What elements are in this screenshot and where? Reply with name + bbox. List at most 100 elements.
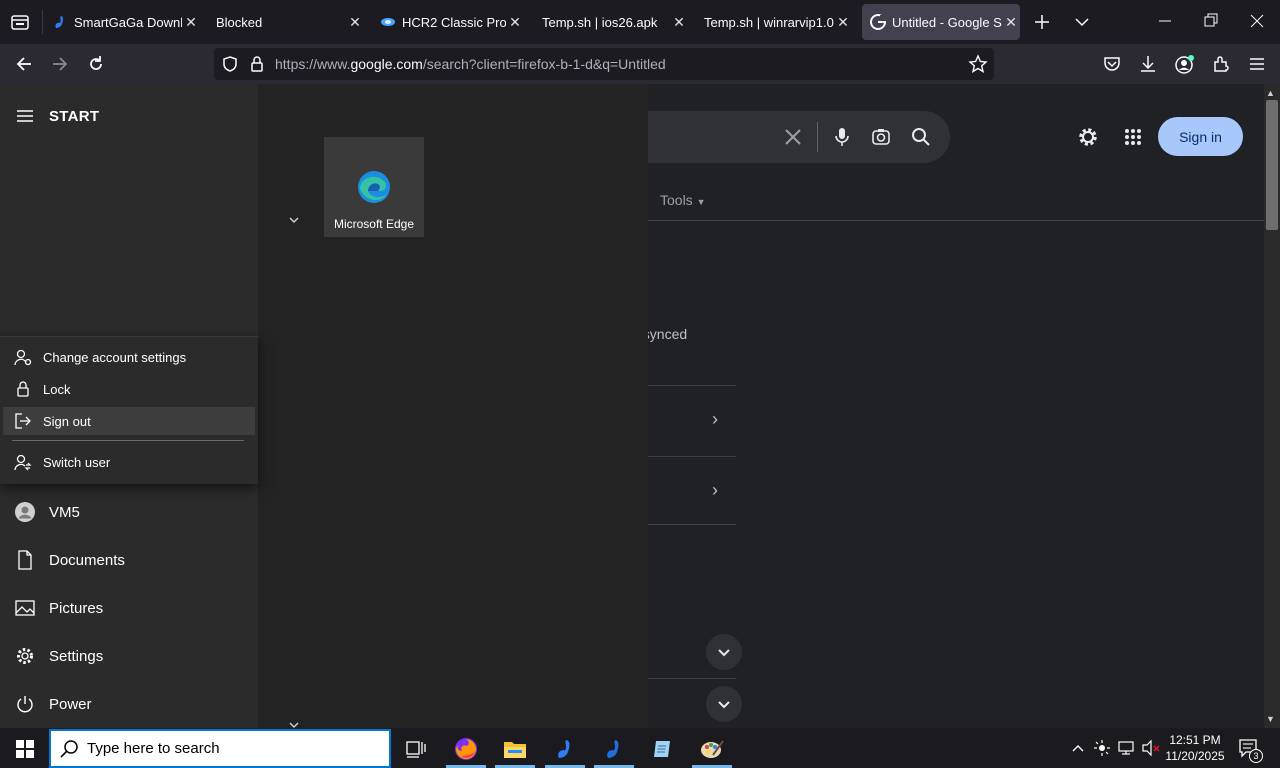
- gear-icon[interactable]: [1076, 125, 1100, 149]
- download-icon[interactable]: [1138, 54, 1158, 74]
- windows-start-icon[interactable]: [10, 734, 40, 764]
- url-domain: google.com: [350, 56, 423, 72]
- tray-brightness-icon[interactable]: [1093, 739, 1111, 757]
- start-item-label: Documents: [49, 551, 125, 569]
- sign-out-icon: [3, 412, 43, 430]
- tab-title: Untitled - Google Se: [892, 14, 1002, 30]
- settings-item[interactable]: Settings: [0, 632, 258, 680]
- hcr2-icon: [380, 14, 396, 30]
- caret-down-icon: ▼: [696, 197, 706, 207]
- scrollbar-thumb[interactable]: [1266, 100, 1278, 230]
- search-divider: [817, 122, 818, 152]
- chevron-right-icon[interactable]: ›: [712, 409, 718, 430]
- tab-list-icon[interactable]: [10, 12, 30, 32]
- back-icon[interactable]: [12, 52, 36, 76]
- google-g-icon: [870, 14, 886, 30]
- tools-label: Tools: [660, 192, 693, 208]
- tab-blocked[interactable]: Blocked ✕: [216, 4, 364, 40]
- change-account-settings-item[interactable]: Change account settings: [3, 343, 255, 371]
- start-item-label: Power: [49, 695, 92, 713]
- user-account-item[interactable]: VM5: [0, 488, 258, 536]
- restore-icon[interactable]: [1202, 12, 1220, 30]
- start-item-label: VM5: [49, 503, 80, 521]
- pictures-item[interactable]: Pictures: [0, 584, 258, 632]
- close-tab-icon[interactable]: ✕: [670, 14, 688, 31]
- tab-title: HCR2 Classic Progre: [402, 14, 506, 30]
- account-gear-icon: [3, 348, 43, 366]
- tab-temp-ios[interactable]: Temp.sh | ios26.apk ✕: [542, 4, 688, 40]
- tab-hcr2[interactable]: HCR2 Classic Progre ✕: [380, 4, 524, 40]
- edge-icon: [356, 169, 392, 205]
- menu-item-label: Switch user: [43, 454, 111, 470]
- lock-icon[interactable]: [248, 55, 266, 73]
- close-tab-icon[interactable]: ✕: [1002, 14, 1020, 31]
- sign-out-item[interactable]: Sign out: [3, 407, 255, 435]
- results-divider: [600, 220, 1264, 221]
- documents-item[interactable]: Documents: [0, 536, 258, 584]
- notepad-icon[interactable]: [648, 734, 678, 764]
- close-tab-icon[interactable]: ✕: [506, 14, 524, 31]
- page-scrollbar[interactable]: [1264, 84, 1280, 728]
- tab-smartgaga[interactable]: SmartGaGa Downlo ✕: [52, 4, 200, 40]
- notification-count-badge: 3: [1249, 749, 1263, 763]
- apps-grid-icon[interactable]: [1124, 128, 1142, 146]
- firefox-icon[interactable]: [451, 734, 481, 764]
- google-search-box[interactable]: [600, 111, 950, 163]
- pocket-icon[interactable]: [1102, 54, 1122, 74]
- tools-dropdown[interactable]: Tools ▼: [660, 192, 706, 208]
- start-item-label: Pictures: [49, 599, 104, 617]
- switch-user-item[interactable]: Switch user: [3, 448, 255, 476]
- clear-search-icon[interactable]: [783, 127, 803, 147]
- scroll-down-icon[interactable]: ▼: [1266, 714, 1275, 724]
- account-icon[interactable]: [1174, 54, 1196, 76]
- volume-muted-icon[interactable]: [1141, 739, 1161, 757]
- menu-item-label: Sign out: [43, 413, 91, 429]
- microphone-icon[interactable]: [832, 126, 852, 148]
- extensions-icon[interactable]: [1211, 54, 1231, 74]
- search-magnifier-icon: [51, 739, 87, 759]
- lock-item[interactable]: Lock: [3, 375, 255, 403]
- chevron-right-icon[interactable]: ›: [712, 480, 718, 501]
- flyout-separator: [12, 440, 244, 441]
- new-tab-icon[interactable]: [1032, 12, 1052, 32]
- expand-chevron-icon[interactable]: [706, 686, 742, 722]
- reload-icon[interactable]: [84, 52, 108, 76]
- taskbar-search-input[interactable]: Type here to search: [49, 729, 391, 768]
- group-collapse-chevron-icon[interactable]: [288, 214, 300, 229]
- clock-date: 11/20/2025: [1165, 749, 1225, 763]
- close-tab-icon[interactable]: ✕: [182, 14, 200, 31]
- tab-title: Temp.sh | ios26.apk: [542, 14, 658, 30]
- file-explorer-icon[interactable]: [500, 734, 530, 764]
- search-icon[interactable]: [910, 126, 932, 148]
- lens-camera-icon[interactable]: [870, 126, 892, 148]
- minimize-icon[interactable]: [1156, 12, 1174, 30]
- start-item-label: Settings: [49, 647, 104, 665]
- sign-in-button[interactable]: Sign in: [1158, 117, 1243, 156]
- smartgaga-swan-icon[interactable]: [550, 734, 580, 764]
- close-tab-icon[interactable]: ✕: [834, 14, 852, 31]
- forward-icon[interactable]: [48, 52, 72, 76]
- menu-icon[interactable]: [1247, 54, 1267, 74]
- paint-palette-icon[interactable]: [697, 734, 727, 764]
- task-view-icon[interactable]: [401, 734, 431, 764]
- smartgaga-swan-icon[interactable]: [599, 734, 629, 764]
- tray-chevron-up-icon[interactable]: [1070, 740, 1086, 756]
- tab-google-active[interactable]: Untitled - Google Se ✕: [862, 4, 1020, 40]
- chevron-down-icon[interactable]: [1072, 12, 1092, 32]
- expand-chevron-icon[interactable]: [706, 634, 742, 670]
- hamburger-icon[interactable]: [16, 108, 34, 124]
- system-clock[interactable]: 12:51 PM 11/20/2025: [1162, 732, 1228, 764]
- scroll-up-icon[interactable]: ▲: [1266, 88, 1275, 98]
- close-tab-icon[interactable]: ✕: [346, 14, 364, 31]
- swan-icon: [52, 14, 68, 30]
- power-item[interactable]: Power: [0, 680, 258, 728]
- tab-temp-winrar[interactable]: Temp.sh | winrarvip1.0.a ✕: [704, 4, 852, 40]
- url-text[interactable]: https://www.google.com/search?client=fir…: [275, 56, 666, 72]
- close-window-icon[interactable]: [1248, 12, 1266, 30]
- network-icon[interactable]: [1117, 739, 1137, 757]
- menu-item-label: Change account settings: [43, 349, 187, 365]
- settings-gear-icon: [0, 646, 49, 666]
- picture-icon: [0, 599, 49, 617]
- star-icon[interactable]: [968, 54, 988, 74]
- shield-icon[interactable]: [221, 55, 239, 73]
